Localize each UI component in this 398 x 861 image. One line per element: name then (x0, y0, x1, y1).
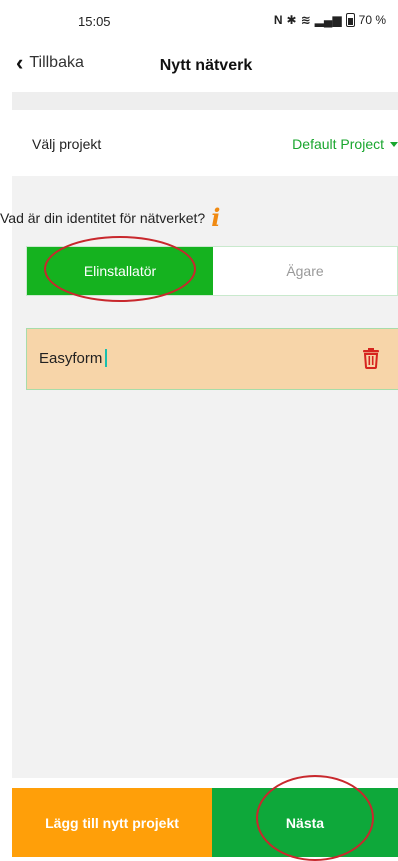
add-project-button[interactable]: Lägg till nytt projekt (12, 788, 212, 857)
battery-icon (345, 13, 355, 27)
status-icons: N ✱ ≋ ▂▄▆ 70 % (274, 13, 386, 27)
bottom-action-bar: Lägg till nytt projekt Nästa (12, 788, 398, 857)
network-name: Easyform (39, 349, 103, 367)
network-card[interactable]: Easyform (26, 328, 398, 390)
wifi-icon: ≋ (300, 13, 311, 27)
text-cursor (105, 349, 108, 367)
project-dropdown[interactable]: Default Project (292, 136, 398, 152)
segment-agare[interactable]: Ägare (213, 247, 397, 295)
status-time: 15:05 (78, 14, 111, 29)
info-icon[interactable]: i (211, 206, 220, 230)
nav-bar: ‹ Tillbaka Nytt nätverk (0, 44, 398, 84)
page-title: Nytt nätverk (159, 57, 253, 74)
segment-elinstallator[interactable]: Elinstallatör (27, 247, 213, 295)
next-button[interactable]: Nästa (212, 788, 398, 857)
project-value: Default Project (292, 136, 384, 152)
nfc-icon: N (273, 13, 283, 27)
network-name-field[interactable]: Easyform (39, 349, 108, 367)
project-row: Välj projekt Default Project (12, 110, 398, 176)
signal-icon: ▂▄▆ (314, 13, 342, 27)
battery-level: 70 % (358, 13, 386, 27)
bluetooth-icon: ✱ (286, 13, 297, 27)
chevron-down-icon (390, 141, 398, 147)
project-label: Välj projekt (32, 136, 102, 152)
divider-band (12, 92, 398, 110)
identity-question: Vad är din identitet för nätverket? i (0, 206, 220, 230)
identity-segmented-control: Elinstallatör Ägare (26, 246, 398, 296)
status-bar: 15:05 N ✱ ≋ ▂▄▆ 70 % (0, 0, 398, 44)
identity-question-text: Vad är din identitet för nätverket? (0, 210, 206, 226)
trash-icon[interactable] (361, 347, 381, 369)
